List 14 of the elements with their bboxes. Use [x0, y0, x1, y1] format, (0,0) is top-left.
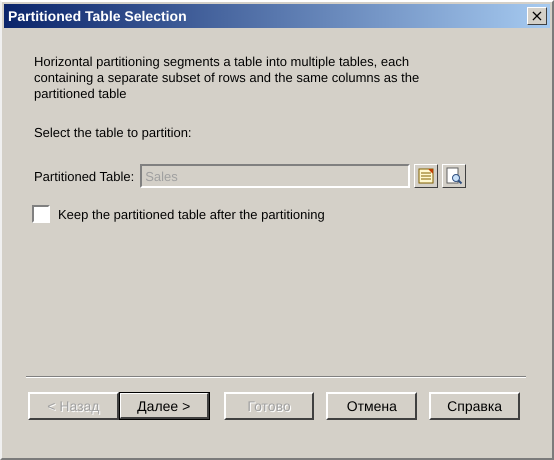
table-list-icon — [417, 167, 436, 185]
document-magnifier-icon — [445, 167, 464, 185]
field-label: Partitioned Table: — [34, 168, 134, 184]
prompt-text: Select the table to partition: — [34, 125, 193, 140]
window-title: Partitioned Table Selection — [8, 8, 187, 24]
dialog-button[interactable]: Справка — [429, 392, 520, 420]
checkbox-label: Keep the partitioned table after the partitioning — [58, 206, 325, 222]
keep-checkbox[interactable] — [32, 205, 50, 223]
properties-button[interactable] — [442, 164, 466, 188]
description-text: Horizontal partitioning segments a table into multiple tables, each containing a separate subset of rows and the same columns as the partitioned table — [34, 54, 420, 102]
close-button[interactable]: × — [527, 7, 547, 25]
dialog-button[interactable]: Отмена — [326, 392, 418, 420]
dialog-button[interactable]: Далее > — [118, 392, 210, 420]
table-picker-button[interactable] — [414, 164, 438, 188]
